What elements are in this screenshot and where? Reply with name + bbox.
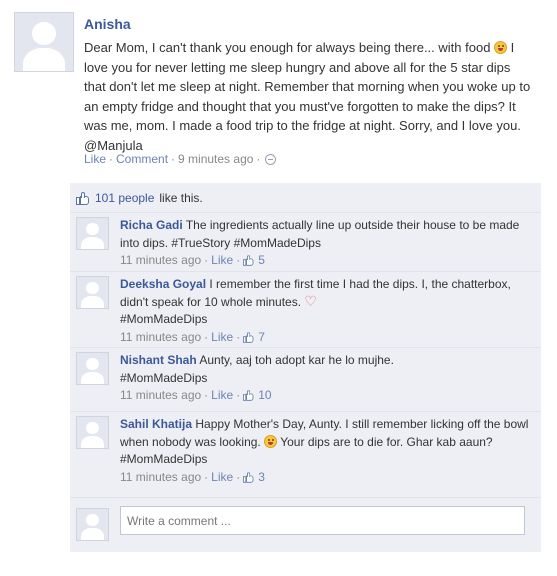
commenter-avatar[interactable] xyxy=(76,352,109,385)
commenter-avatar[interactable] xyxy=(76,416,109,449)
like-link[interactable]: Like xyxy=(84,152,106,166)
comment-timestamp[interactable]: 11 minutes ago xyxy=(120,387,201,405)
post-message-part-1: Dear Mom, I can't thank you enough for a… xyxy=(84,40,495,55)
comment-like-link[interactable]: Like xyxy=(211,252,233,270)
likes-summary: 101 people like this. xyxy=(76,191,203,205)
comment-meta: 11 minutes ago · Like · 5 xyxy=(120,252,530,270)
comment-like-link[interactable]: Like xyxy=(211,329,233,347)
thumbs-up-icon xyxy=(243,472,254,483)
thumbs-up-icon xyxy=(243,332,254,343)
post-timestamp[interactable]: 9 minutes ago xyxy=(178,152,253,166)
likers-link[interactable]: 101 people xyxy=(95,191,154,205)
separator: · xyxy=(236,253,241,267)
comment-like-count[interactable]: 3 xyxy=(258,469,265,487)
separator: · xyxy=(204,253,209,267)
comment-like-link[interactable]: Like xyxy=(211,469,233,487)
comment-timestamp[interactable]: 11 minutes ago xyxy=(120,252,201,270)
commenter-name[interactable]: Nishant Shah xyxy=(120,353,197,367)
post-author-name[interactable]: Anisha xyxy=(84,16,131,32)
comment-link[interactable]: Comment xyxy=(116,152,168,166)
separator: · xyxy=(171,152,176,166)
comment-timestamp[interactable]: 11 minutes ago xyxy=(120,469,201,487)
comment-item: Nishant Shah Aunty, aaj toh adopt kar he… xyxy=(70,347,541,411)
comment-timestamp[interactable]: 11 minutes ago xyxy=(120,329,201,347)
commenter-avatar[interactable] xyxy=(76,217,109,250)
thumbs-up-icon xyxy=(243,255,254,266)
comment-like-count[interactable]: 10 xyxy=(258,387,271,405)
globe-icon[interactable] xyxy=(265,153,277,165)
post-actions: Like · Comment · 9 minutes ago · xyxy=(84,152,277,166)
comment-body: Sahil Khatija Happy Mother's Day, Aunty.… xyxy=(120,416,530,486)
post-author-avatar[interactable] xyxy=(14,12,74,72)
default-avatar-icon xyxy=(77,353,108,384)
tongue-out-smiley-icon xyxy=(264,434,278,448)
comment-body: Nishant Shah Aunty, aaj toh adopt kar he… xyxy=(120,352,530,405)
commenter-name[interactable]: Sahil Khatija xyxy=(120,417,192,431)
comment-item: Richa Gadi The ingredients actually line… xyxy=(70,212,541,271)
likes-suffix: like this. xyxy=(159,191,203,205)
comment-like-link[interactable]: Like xyxy=(211,387,233,405)
separator: · xyxy=(109,152,114,166)
heart-icon: ♡ xyxy=(304,292,317,309)
separator: · xyxy=(236,329,241,344)
comment-like-count[interactable]: 7 xyxy=(258,329,265,347)
comment-body: Richa Gadi The ingredients actually line… xyxy=(120,217,530,270)
thumbs-up-icon xyxy=(76,191,90,205)
comment-meta: 11 minutes ago · Like · 3 xyxy=(120,469,530,487)
comment-meta: 11 minutes ago · Like · 7 xyxy=(120,329,530,347)
comment-body: Deeksha Goyal I remember the first time … xyxy=(120,276,530,346)
post-message-part-2: I love you for never letting me sleep hu… xyxy=(84,40,534,153)
default-avatar-icon xyxy=(77,277,108,308)
separator: · xyxy=(236,388,241,402)
write-comment-row: Write a comment ... xyxy=(70,497,541,552)
default-avatar-icon xyxy=(15,13,73,71)
feedback-area: 101 people like this. Richa Gadi The ing… xyxy=(70,183,541,552)
tongue-out-smiley-icon xyxy=(494,41,508,54)
separator: · xyxy=(204,388,209,402)
comment-like-count[interactable]: 5 xyxy=(258,252,265,270)
default-avatar-icon xyxy=(77,509,108,540)
comment-input[interactable]: Write a comment ... xyxy=(120,506,525,535)
thumbs-up-icon xyxy=(243,390,254,401)
commenter-name[interactable]: Richa Gadi xyxy=(120,218,183,232)
default-avatar-icon xyxy=(77,218,108,249)
viewer-avatar xyxy=(76,508,109,541)
commenter-avatar[interactable] xyxy=(76,276,109,309)
separator: · xyxy=(256,152,261,166)
comment-item: Deeksha Goyal I remember the first time … xyxy=(70,271,541,347)
separator: · xyxy=(204,329,209,344)
post-message: Dear Mom, I can't thank you enough for a… xyxy=(84,38,534,156)
comment-meta: 11 minutes ago · Like · 10 xyxy=(120,387,530,405)
separator: · xyxy=(236,469,241,484)
separator: · xyxy=(204,469,209,484)
comment-text-continued: #MomMadeDips xyxy=(120,312,208,326)
comment-item: Sahil Khatija Happy Mother's Day, Aunty.… xyxy=(70,411,541,497)
default-avatar-icon xyxy=(77,417,108,448)
commenter-name[interactable]: Deeksha Goyal xyxy=(120,277,206,291)
